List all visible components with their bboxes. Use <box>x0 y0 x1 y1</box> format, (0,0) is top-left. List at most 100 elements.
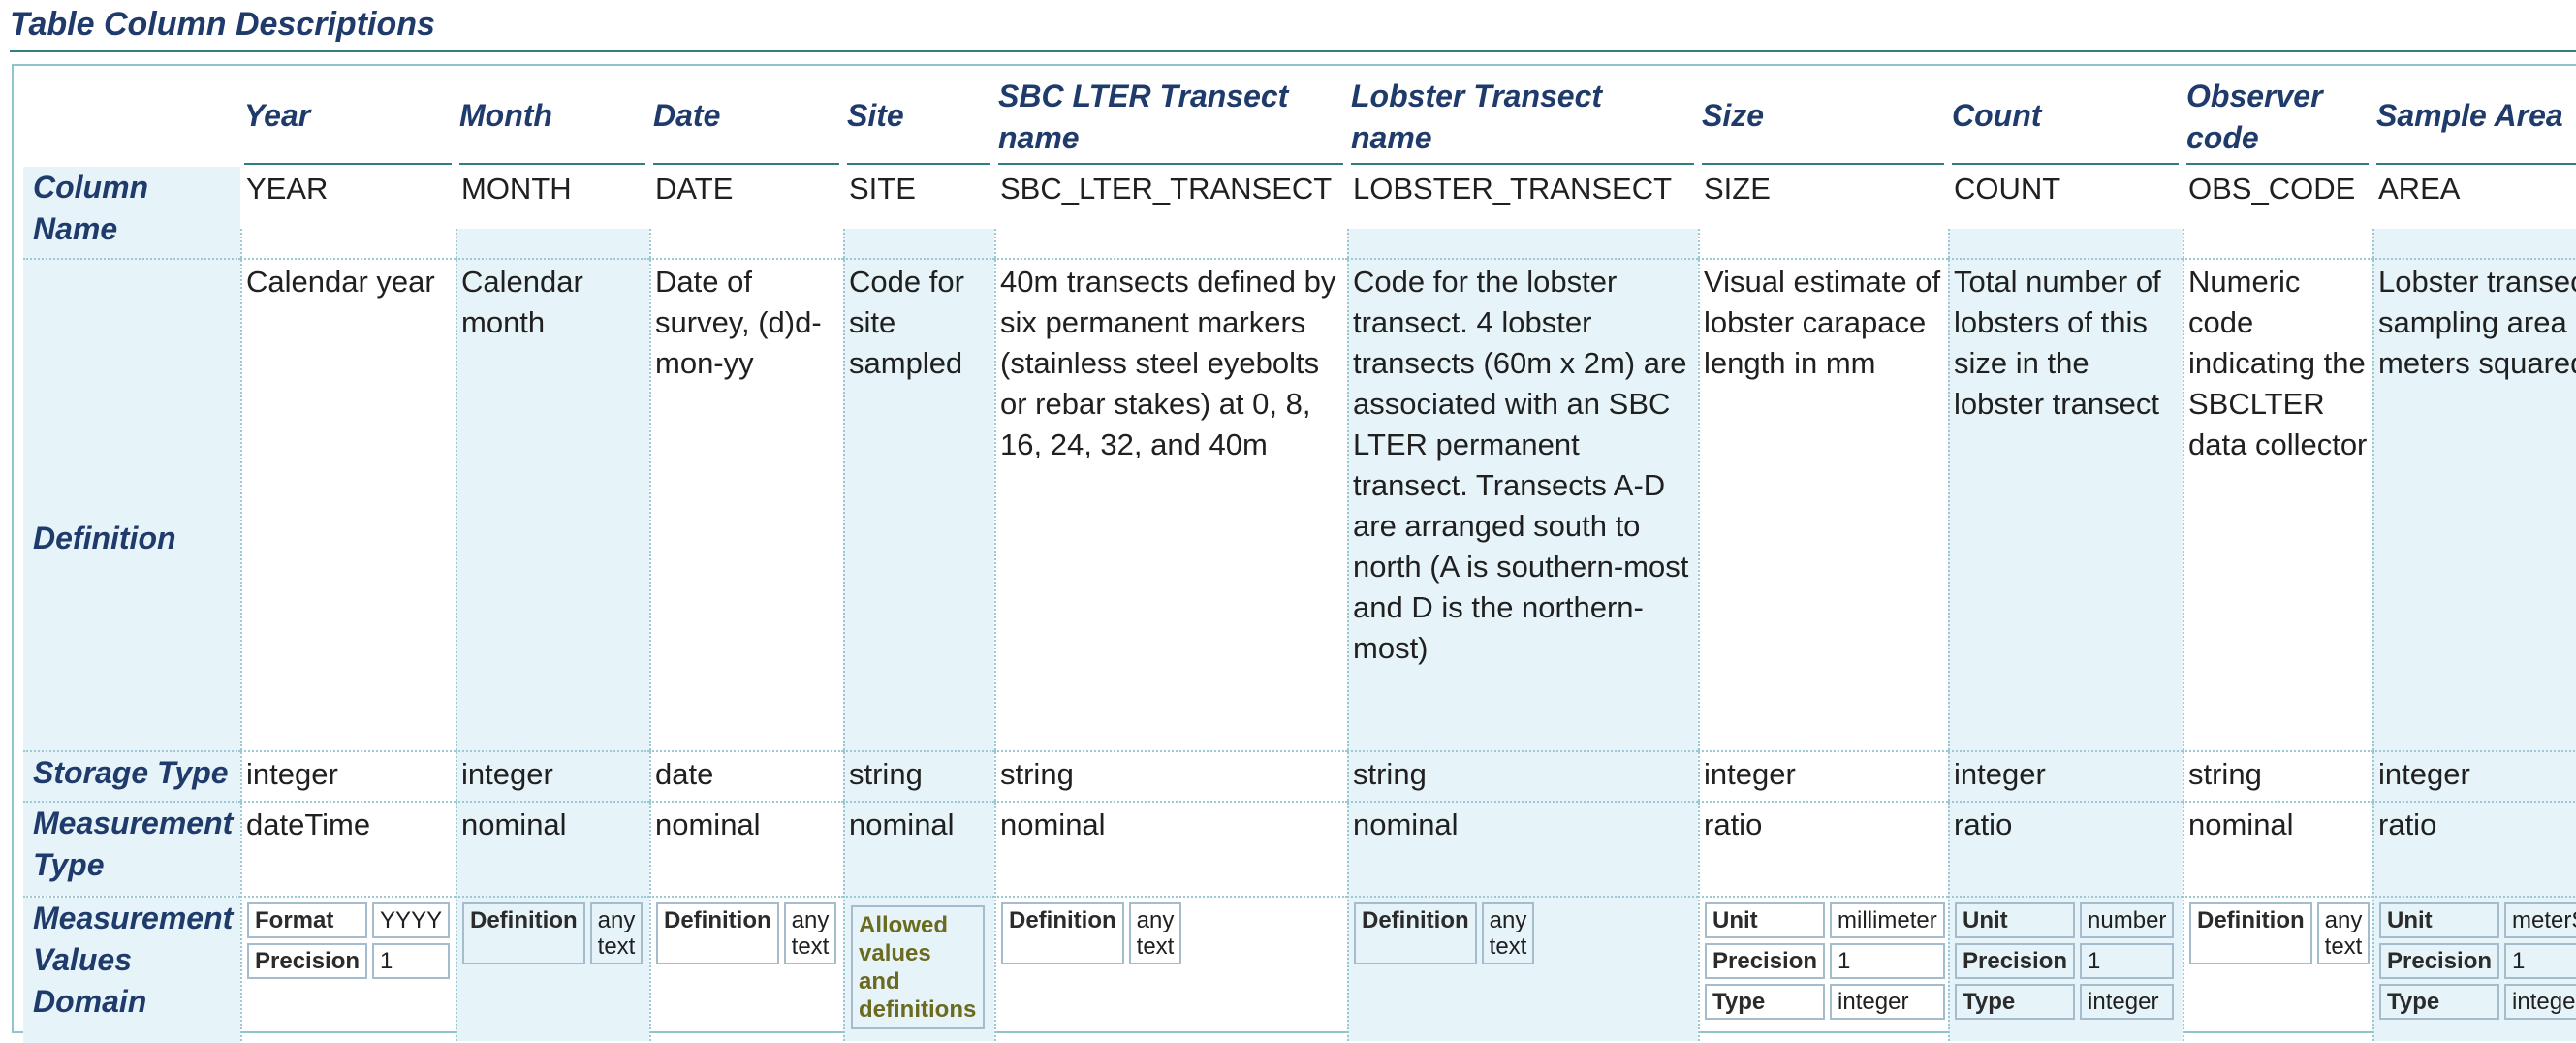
domain-value: 1 <box>2504 943 2576 979</box>
measurement-type-value: nominal <box>1000 807 1106 841</box>
title-rule <box>10 50 2576 52</box>
definition-value: Code for the lobster transect. 4 lobster… <box>1353 265 1689 665</box>
domain-key: Definition <box>1354 902 1477 964</box>
domain-value: 1 <box>372 943 451 979</box>
row-separator <box>456 801 649 803</box>
section-title: Table Column Descriptions <box>10 6 435 43</box>
column-name-value: COUNT <box>1954 172 2061 205</box>
row-separator <box>1347 801 1698 803</box>
definition-value: Date of survey, (d)d-mon-yy <box>655 265 822 380</box>
row-separator <box>994 896 1347 898</box>
header-underline <box>1952 163 2179 165</box>
header-underline <box>459 163 645 165</box>
domain-value: any text <box>1481 902 1535 964</box>
row-separator <box>1948 258 2183 260</box>
row-separator <box>240 896 456 898</box>
header-underline <box>2376 163 2576 165</box>
domain-value: integer <box>2080 984 2175 1020</box>
row-separator <box>2183 258 2372 260</box>
column-name-value: SITE <box>849 172 916 205</box>
header-underline <box>653 163 839 165</box>
header-underline <box>1702 163 1944 165</box>
row-separator <box>1698 258 1948 260</box>
row-separator <box>240 258 456 260</box>
definition-value: Lobster transect sampling area in meters… <box>2378 265 2576 380</box>
row-separator <box>2372 896 2576 898</box>
definition-value: Visual estimate of lobster carapace leng… <box>1704 265 1941 380</box>
column-header-sbc-lter-transect-name: SBC LTER Transect name <box>998 79 1289 155</box>
row-separator <box>456 258 649 260</box>
column-name-value: SBC_LTER_TRANSECT <box>1000 172 1333 205</box>
row-separator <box>649 896 843 898</box>
row-separator <box>2183 750 2372 752</box>
header-underline <box>1351 163 1694 165</box>
row-separator <box>843 801 994 803</box>
storage-type-value: integer <box>1704 757 1796 791</box>
measurement-domain-table: UnitmeterSquaredPrecision1Typeinteger <box>2374 898 2576 1025</box>
column-name-value: YEAR <box>246 172 329 205</box>
row-label-measurement-values-domain: Measurement Values Domain <box>23 898 240 1043</box>
column-header-lobster-transect-name: Lobster Transect name <box>1351 79 1603 155</box>
row-separator <box>1347 750 1698 752</box>
domain-key: Type <box>1705 984 1826 1020</box>
row-separator <box>649 801 843 803</box>
row-separator <box>1948 750 2183 752</box>
measurement-domain-table: Unit millimeter Precision 1 Type integer <box>1700 898 1950 1025</box>
domain-key: Unit <box>1955 902 2076 938</box>
column-name-value: MONTH <box>461 172 572 205</box>
row-separator <box>843 896 994 898</box>
row-separator <box>23 896 240 898</box>
allowed-values-link[interactable]: Allowed values and definitions <box>851 905 985 1029</box>
domain-value: integer <box>1830 984 1945 1020</box>
measurement-type-value: nominal <box>655 807 761 841</box>
storage-type-value: string <box>849 757 923 791</box>
storage-type-value: integer <box>1954 757 2046 791</box>
measurement-type-value: dateTime <box>246 807 371 841</box>
measurement-domain-table: Format YYYY Precision 1 <box>242 898 455 984</box>
domain-value: 1 <box>2080 943 2175 979</box>
measurement-type-value: nominal <box>461 807 567 841</box>
storage-type-value: integer <box>2378 757 2470 791</box>
definition-value: Code for site sampled <box>849 265 964 380</box>
row-separator <box>2372 801 2576 803</box>
column-header-sample-area: Sample Area <box>2376 98 2563 133</box>
column-header-site: Site <box>847 98 904 133</box>
storage-type-value: integer <box>461 757 553 791</box>
row-separator <box>1948 801 2183 803</box>
measurement-type-value: ratio <box>2378 807 2437 841</box>
measurement-domain-table: Definition any text <box>457 898 647 969</box>
domain-value: integer <box>2504 984 2576 1020</box>
measurement-type-value: nominal <box>2188 807 2294 841</box>
row-separator <box>240 750 456 752</box>
domain-key: Precision <box>247 943 368 979</box>
storage-type-value: date <box>655 757 714 791</box>
domain-value: number <box>2080 902 2175 938</box>
domain-key: Precision <box>2379 943 2500 979</box>
domain-value: 1 <box>1830 943 1945 979</box>
domain-key: Format <box>247 902 368 938</box>
row-separator <box>649 258 843 260</box>
row-separator <box>456 896 649 898</box>
row-separator <box>2372 750 2576 752</box>
row-separator <box>994 801 1347 803</box>
domain-value: any text <box>589 902 644 964</box>
row-separator <box>1347 896 1698 898</box>
row-separator <box>456 750 649 752</box>
row-separator <box>994 258 1347 260</box>
column-name-value: LOBSTER_TRANSECT <box>1353 172 1673 205</box>
domain-value: millimeter <box>1830 902 1945 938</box>
row-separator <box>1698 750 1948 752</box>
definition-value: Calendar month <box>461 265 583 339</box>
domain-value: any text <box>1128 902 1182 964</box>
row-separator <box>843 750 994 752</box>
column-header-size: Size <box>1702 98 1765 133</box>
column-header-year: Year <box>244 98 311 133</box>
row-separator <box>1698 801 1948 803</box>
definition-value: 40m transects defined by six permanent m… <box>1000 265 1336 461</box>
measurement-domain-table: Definition any text <box>651 898 841 969</box>
storage-type-value: string <box>2188 757 2262 791</box>
storage-type-value: integer <box>246 757 338 791</box>
definition-value: Calendar year <box>246 265 435 299</box>
row-label-definition: Definition <box>23 260 240 816</box>
row-label-measurement-type: Measurement Type <box>23 803 240 896</box>
